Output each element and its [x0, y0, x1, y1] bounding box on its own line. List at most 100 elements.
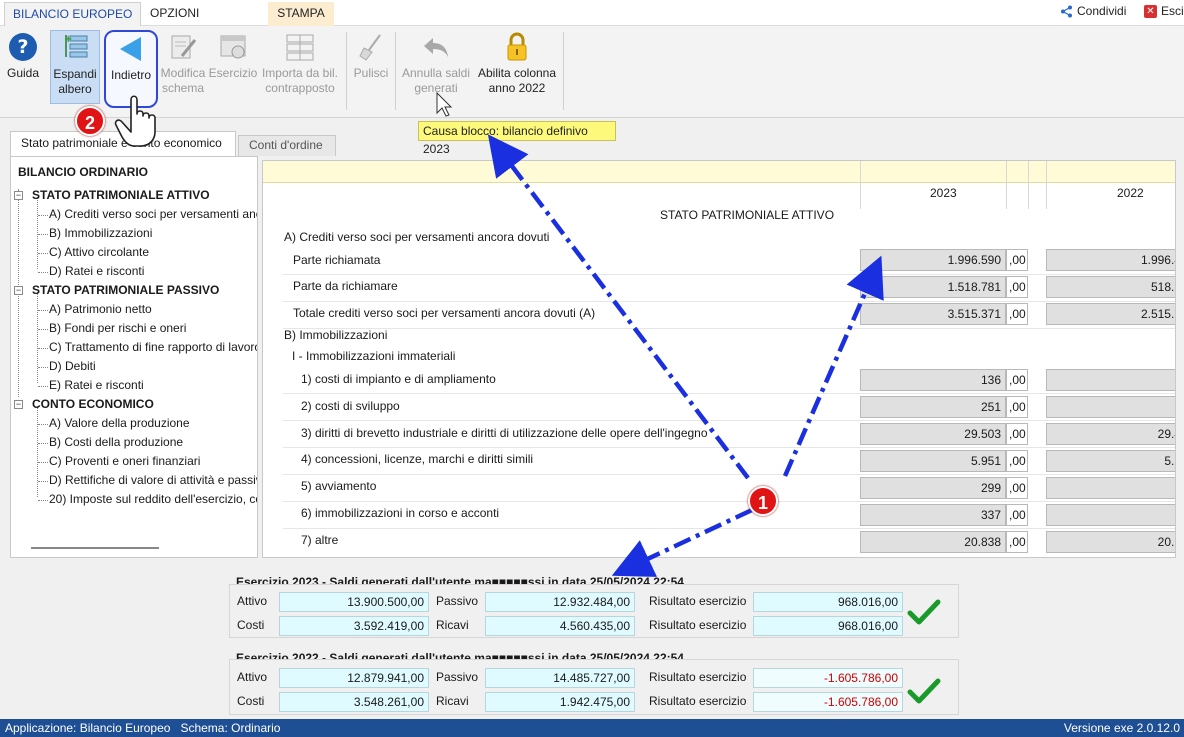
tree-group-sp-attivo[interactable]: STATO PATRIMONIALE ATTIVO [32, 186, 210, 205]
value-2023[interactable]: 337 [860, 504, 1006, 526]
guida-button[interactable]: ? Guida [4, 30, 42, 81]
modifica-schema-button[interactable]: Modifica schema [160, 30, 206, 96]
help-icon: ? [9, 33, 37, 61]
value-2022[interactable]: 2 [1046, 396, 1175, 418]
tree-item[interactable]: C) Attivo circolante [49, 243, 149, 262]
tree-item[interactable]: D) Ratei e risconti [49, 262, 144, 281]
costi-label: Costi [237, 618, 265, 632]
value-2023[interactable]: 5.951 [860, 450, 1006, 472]
value-2022[interactable]: 518.6 [1046, 276, 1175, 298]
check-icon [907, 678, 941, 704]
table-row: Totale crediti verso soci per versamenti… [283, 302, 1175, 329]
tree-item[interactable]: A) Crediti verso soci per versamenti anc… [49, 205, 257, 224]
exit-button[interactable]: ✕ Esci [1144, 4, 1184, 18]
abilita-colonna-button[interactable]: Abilita colonna anno 2022 [474, 30, 560, 96]
row-label: 3) diritti di brevetto industriale e dir… [301, 426, 708, 440]
tree-item[interactable]: A) Valore della produzione [49, 414, 190, 433]
risultato-label: Risultato esercizio [649, 694, 747, 708]
modifica-label-1: Modifica [160, 66, 206, 80]
esercizio-button[interactable]: Esercizio [208, 30, 258, 81]
tree-horizontal-scrollbar[interactable] [31, 547, 159, 549]
collapse-icon[interactable]: − [14, 191, 23, 200]
row-label: 2) costi di sviluppo [301, 399, 400, 413]
column-year-2022: 2022 [1117, 186, 1144, 200]
attivo-label: Attivo [237, 594, 268, 608]
decimals-cell: ,00 [1006, 450, 1028, 472]
espandi-albero-button[interactable]: + Espandi albero [50, 30, 100, 104]
share-button[interactable]: Condividi [1060, 4, 1126, 18]
pulisci-button[interactable]: Pulisci [350, 30, 392, 81]
ribbon-toolbar: ? Guida + Espandi albero Indietro Modifi… [0, 26, 1184, 118]
tree-connector [37, 292, 38, 383]
tree-connector [38, 386, 48, 387]
value-2023[interactable]: 251 [860, 396, 1006, 418]
tree-item[interactable]: C) Trattamento di fine rapporto di lavor… [49, 338, 257, 357]
tab-opzioni[interactable]: OPZIONI [142, 2, 207, 26]
value-2022[interactable]: 2 [1046, 477, 1175, 499]
tree-connector [37, 197, 38, 269]
tree-item[interactable]: B) Immobilizzazioni [49, 224, 152, 243]
tree-item[interactable]: A) Patrimonio netto [49, 300, 152, 319]
value-2022[interactable]: 5.9 [1046, 450, 1175, 472]
indietro-label: Indietro [110, 68, 152, 82]
tree-item[interactable]: C) Proventi e oneri finanziari [49, 452, 200, 471]
value-2023[interactable]: 136 [860, 369, 1006, 391]
tree-connector [38, 462, 48, 463]
tab-conti-ordine[interactable]: Conti d'ordine [238, 135, 336, 156]
value-2022[interactable]: 20.7 [1046, 531, 1175, 553]
value-2022[interactable]: 2.515.1 [1046, 303, 1175, 325]
table-row: 2) costi di sviluppo 251 ,00 2 [283, 394, 1175, 421]
tab-stato-patrimoniale[interactable]: Stato patrimoniale e conto economico [10, 131, 236, 156]
schema-tree: BILANCIO ORDINARIO − STATO PATRIMONIALE … [10, 156, 258, 558]
value-2023[interactable]: 299 [860, 477, 1006, 499]
tree-item[interactable]: D) Rettifiche di valore di attività e pa… [49, 471, 257, 490]
exercise-icon [220, 35, 246, 59]
tree-group-sp-passivo[interactable]: STATO PATRIMONIALE PASSIVO [32, 281, 219, 300]
tree-item[interactable]: B) Fondi per rischi e oneri [49, 319, 186, 338]
decimals-cell: ,00 [1006, 477, 1028, 499]
annulla-saldi-button[interactable]: Annulla saldi generati [398, 30, 474, 96]
table-row: Parte da richiamare 1.518.781 ,00 518.6 [283, 275, 1175, 302]
tree-connector [38, 424, 48, 425]
value-2023[interactable]: 29.503 [860, 423, 1006, 445]
ricavi-value: 4.560.435,00 [485, 616, 635, 636]
decimals-cell: ,00 [1006, 396, 1028, 418]
table-row: 6) immobilizzazioni in corso e acconti 3… [283, 502, 1175, 529]
passivo-label: Passivo [436, 594, 479, 608]
value-2022[interactable]: 29.4 [1046, 423, 1175, 445]
value-2023[interactable]: 20.838 [860, 531, 1006, 553]
tree-connector [38, 367, 48, 368]
tree-item[interactable]: 20) Imposte sul reddito dell'esercizio, … [49, 490, 257, 509]
tree-group-conto-economico[interactable]: CONTO ECONOMICO [32, 395, 154, 414]
annotation-badge-2: 2 [75, 106, 105, 136]
row-label: 1) costi di impianto e di ampliamento [301, 372, 496, 386]
tab-bilancio-europeo[interactable]: BILANCIO EUROPEO [4, 2, 142, 26]
value-2023[interactable]: 1.996.590 [860, 249, 1006, 271]
value-2023[interactable]: 1.518.781 [860, 276, 1006, 298]
value-2022[interactable]: 1 [1046, 369, 1175, 391]
value-2022[interactable]: 1.996.4 [1046, 249, 1175, 271]
risultato-value: 968.016,00 [753, 592, 903, 612]
indietro-button[interactable]: Indietro [104, 30, 158, 108]
risultato-value: -1.605.786,00 [753, 692, 903, 712]
risultato-label: Risultato esercizio [649, 594, 747, 608]
row-label: Parte richiamata [293, 253, 381, 267]
tree-root[interactable]: BILANCIO ORDINARIO [18, 163, 148, 182]
importa-button[interactable]: Importa da bil. contrapposto [258, 30, 342, 96]
collapse-icon[interactable]: − [14, 286, 23, 295]
value-2022[interactable]: 2 [1046, 504, 1175, 526]
tab-stampa[interactable]: STAMPA [268, 2, 334, 26]
decimals-cell: ,00 [1006, 276, 1028, 298]
tree-connector [37, 406, 38, 497]
share-icon [1061, 5, 1072, 17]
attivo-value: 12.879.941,00 [279, 668, 429, 688]
tree-item[interactable]: E) Ratei e risconti [49, 376, 144, 395]
risultato-value: 968.016,00 [753, 616, 903, 636]
column-separator [1028, 161, 1029, 209]
value-2023[interactable]: 3.515.371 [860, 303, 1006, 325]
tree-item[interactable]: D) Debiti [49, 357, 96, 376]
tree-connector [38, 481, 48, 482]
tree-item[interactable]: B) Costi della produzione [49, 433, 183, 452]
collapse-icon[interactable]: − [14, 400, 23, 409]
row-label: 4) concessioni, licenze, marchi e diritt… [301, 452, 534, 466]
